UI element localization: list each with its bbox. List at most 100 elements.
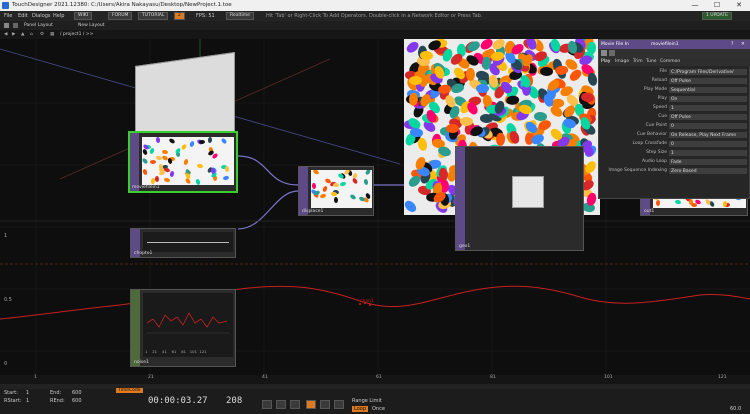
jellybean-image-detail: [479, 113, 494, 124]
grid-icon[interactable]: ▦: [50, 30, 54, 39]
cue-toggle[interactable]: Off Pulse: [669, 113, 747, 120]
imgseq-select[interactable]: Zero Based: [669, 167, 747, 174]
graph-channel-label: chan1: [360, 299, 374, 304]
fps-value[interactable]: 60.0: [730, 406, 741, 412]
tab-trim[interactable]: Trim: [633, 58, 643, 66]
forum-button[interactable]: FORUM: [108, 12, 133, 20]
panel-layout-button[interactable]: Panel Layout: [24, 21, 53, 30]
menu-edit[interactable]: Edit: [18, 11, 28, 21]
tab-tune[interactable]: Tune: [646, 58, 657, 66]
loop-button[interactable]: [334, 400, 344, 409]
tab-common[interactable]: Common: [660, 58, 680, 66]
param-op-type: Movie File In: [601, 42, 629, 47]
jellybean-image-detail: [445, 123, 460, 134]
back-icon[interactable]: ◀: [4, 30, 7, 39]
tutorial-button[interactable]: TUTORIAL: [138, 12, 169, 20]
info-icon[interactable]: [601, 50, 607, 56]
close-button[interactable]: ✕: [728, 0, 750, 11]
file-field[interactable]: C:/Program Files/Derivative/: [669, 68, 747, 75]
up-icon[interactable]: ▲: [21, 30, 24, 39]
tab-image[interactable]: Image: [615, 58, 629, 66]
frame-display[interactable]: 208: [226, 396, 242, 406]
minimize-button[interactable]: —: [684, 0, 706, 11]
jellybean-image-detail: [321, 185, 329, 193]
param-op-name[interactable]: moviefilein1: [651, 40, 679, 49]
param-row-playmode: Play Mode Sequential: [599, 86, 750, 93]
parameter-panel: Movie File In moviefilein1 ? ✕ Play Imag…: [598, 39, 750, 199]
jellybean-image-detail: [533, 111, 548, 122]
once-toggle[interactable]: Once: [372, 406, 385, 412]
jellybean-image-detail: [169, 170, 175, 178]
jellybean-image-detail: [183, 158, 189, 166]
param-row-stepsize: Step Size 1: [599, 149, 750, 156]
timecode-display[interactable]: 00:00:03.27: [148, 396, 208, 406]
jellybean-image-detail: [330, 191, 338, 197]
displace-node[interactable]: displace1: [298, 166, 374, 216]
jellybean-image-detail: [349, 193, 357, 201]
realtime-toggle[interactable]: Realtime: [226, 12, 254, 20]
split-icon[interactable]: [13, 23, 18, 28]
noise-node[interactable]: 1 21 41 61 81 101 121 noise1: [130, 289, 236, 367]
jellybean-image-detail: [674, 199, 682, 205]
chopto-node[interactable]: chopto1: [130, 228, 236, 258]
jellybean-image-detail: [161, 149, 169, 155]
settings-icon[interactable]: ⚙: [40, 30, 44, 39]
jellybean-image-detail: [155, 137, 161, 144]
network-path[interactable]: / project1 / >>: [60, 30, 93, 39]
geo-cube: [512, 176, 544, 208]
jellybean-image-detail: [168, 137, 176, 145]
param-close-icon[interactable]: ✕: [741, 40, 745, 49]
play-toggle[interactable]: On: [669, 95, 747, 102]
menu-help[interactable]: Help: [53, 11, 64, 21]
cuepoint-field[interactable]: 0: [669, 122, 747, 129]
displace-thumbnail: [311, 170, 372, 208]
timecode-toggle[interactable]: TimeCode: [116, 388, 143, 393]
start-value[interactable]: 1: [26, 390, 29, 396]
geo-label: geo1: [459, 244, 471, 249]
home-icon[interactable]: ⌂: [30, 30, 33, 39]
end-value[interactable]: 600: [72, 390, 82, 396]
step-back-button[interactable]: [276, 400, 286, 409]
jellybean-image-detail: [196, 163, 204, 169]
step-forward-button[interactable]: [320, 400, 330, 409]
stepsize-field[interactable]: 1: [669, 149, 747, 156]
loop-toggle[interactable]: Loop: [352, 406, 368, 412]
fps-readout: FPS: 51: [196, 13, 215, 19]
param-row-loopcrossfade: Loop Crossfade 0: [599, 140, 750, 147]
forward-icon[interactable]: ▶: [12, 30, 15, 39]
update-button[interactable]: 1 UPDATE: [702, 12, 733, 20]
loopcrossfade-field[interactable]: 0: [669, 140, 747, 147]
rewind-button[interactable]: [262, 400, 272, 409]
jellybean-image-detail: [459, 116, 474, 126]
end-label: End:: [50, 390, 62, 396]
tutorial-number[interactable]: 2: [174, 12, 185, 20]
cuebehavior-select[interactable]: On Release, Play Next Frame: [669, 131, 747, 138]
moviefilein-node[interactable]: moviefilein1: [128, 131, 238, 193]
rstart-label: RStart:: [4, 398, 22, 404]
play-button[interactable]: [306, 400, 316, 409]
graph-y-1: 1: [4, 233, 8, 239]
jellybean-image-detail: [312, 170, 320, 176]
timeline-bar: Start: 1 End: 600 RStart: 1 REnd: 600 Ti…: [0, 384, 750, 414]
reload-toggle[interactable]: Off Pulse: [669, 77, 747, 84]
geo-node[interactable]: geo1: [455, 146, 584, 251]
help-icon[interactable]: ?: [731, 40, 733, 49]
rstart-value[interactable]: 1: [26, 398, 29, 404]
tab-play[interactable]: Play: [601, 58, 610, 66]
playmode-select[interactable]: Sequential: [669, 86, 747, 93]
displace-label: displace1: [302, 209, 324, 214]
pane-menu-icon[interactable]: [4, 23, 9, 28]
python-icon[interactable]: [609, 50, 615, 56]
speed-field[interactable]: 1: [669, 104, 747, 111]
audioloop-select[interactable]: Fade: [669, 158, 747, 165]
geo-viewer: [468, 150, 581, 240]
jellybean-image-detail: [195, 178, 201, 185]
menu-dialogs[interactable]: Dialogs: [32, 11, 51, 21]
wiki-button[interactable]: WIKI: [74, 12, 93, 20]
menu-file[interactable]: File: [4, 11, 12, 21]
new-layout-button[interactable]: New Layout: [78, 21, 105, 30]
rend-value[interactable]: 600: [72, 398, 82, 404]
rend-label: REnd:: [50, 398, 65, 404]
maximize-button[interactable]: ☐: [706, 0, 728, 11]
pause-button[interactable]: [290, 400, 300, 409]
